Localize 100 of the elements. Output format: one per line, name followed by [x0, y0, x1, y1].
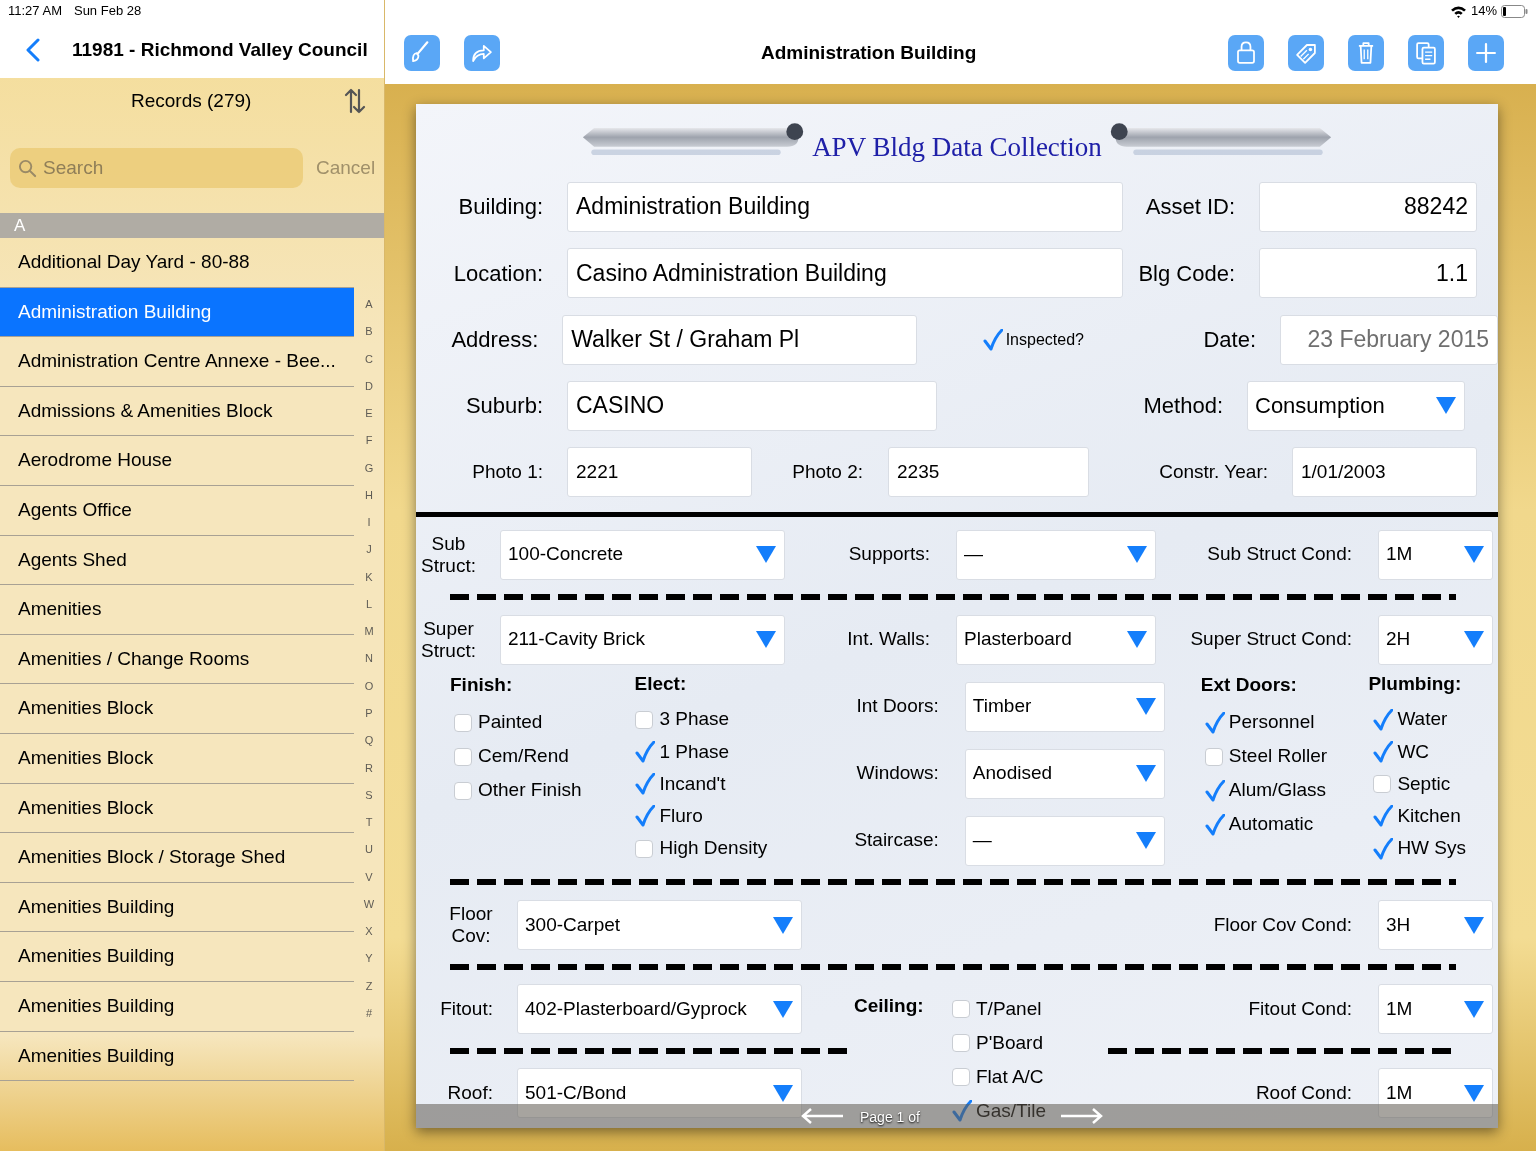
list-item[interactable]: Amenities Block: [0, 684, 354, 734]
tag-button[interactable]: [1288, 35, 1324, 71]
dropdown[interactable]: Anodised: [964, 748, 1165, 799]
dropdown[interactable]: Consumption: [1247, 381, 1465, 431]
share-arrow-button[interactable]: [464, 35, 500, 71]
index-letter[interactable]: N: [365, 652, 373, 666]
index-letter[interactable]: M: [364, 625, 374, 639]
brush-button[interactable]: [404, 35, 440, 71]
index-letter[interactable]: L: [365, 597, 373, 611]
checkbox[interactable]: [635, 710, 654, 729]
index-letter[interactable]: Y: [365, 952, 373, 966]
dropdown[interactable]: 3H: [1378, 900, 1493, 951]
index-letter[interactable]: Z: [365, 979, 373, 993]
checkbox[interactable]: [454, 713, 472, 732]
index-letter[interactable]: D: [365, 379, 373, 393]
checkbox[interactable]: [454, 781, 472, 800]
checkbox[interactable]: [1373, 805, 1394, 828]
dropdown[interactable]: 100-Concrete: [500, 529, 785, 580]
dropdown[interactable]: 300-Carpet: [517, 900, 802, 951]
index-letter[interactable]: U: [365, 843, 373, 857]
input-field[interactable]: 1/01/2003: [1292, 447, 1477, 498]
padlock-button[interactable]: [1228, 35, 1264, 71]
previous-page-button[interactable]: [800, 1106, 844, 1126]
input-field[interactable]: 23 February 2015: [1280, 314, 1498, 365]
checkbox[interactable]: [635, 839, 654, 858]
checkbox[interactable]: [1204, 711, 1225, 734]
index-letter[interactable]: B: [365, 325, 373, 339]
index-letter[interactable]: F: [365, 434, 373, 448]
list-item[interactable]: Administration Centre Annexe - Bee...: [0, 337, 354, 387]
list-item[interactable]: Amenities Block: [0, 733, 354, 784]
dropdown[interactable]: 402-Plasterboard/Gyprock: [517, 984, 802, 1034]
index-letter[interactable]: P: [365, 707, 373, 720]
list-item[interactable]: Amenities Building: [0, 1031, 354, 1082]
index-letter[interactable]: A: [365, 298, 373, 311]
list-item[interactable]: Amenities Building: [0, 981, 354, 1032]
checkbox[interactable]: [1373, 837, 1394, 860]
dropdown[interactable]: 211-Cavity Brick: [500, 614, 785, 665]
list-item[interactable]: Amenities: [0, 585, 354, 635]
list-item[interactable]: Agents Office: [0, 485, 354, 536]
index-letter[interactable]: J: [366, 543, 372, 557]
dropdown[interactable]: 1M: [1378, 984, 1493, 1034]
checkbox[interactable]: [1204, 747, 1223, 766]
checkbox[interactable]: [635, 773, 656, 796]
search-field[interactable]: Search: [10, 148, 303, 188]
index-letter[interactable]: Q: [364, 734, 374, 748]
index-letter[interactable]: I: [367, 516, 371, 530]
next-page-button[interactable]: [1060, 1106, 1104, 1126]
index-letter[interactable]: T: [365, 816, 373, 830]
input-field[interactable]: Administration Building: [567, 181, 1123, 232]
index-letter[interactable]: W: [363, 897, 375, 911]
index-letter[interactable]: K: [365, 570, 373, 584]
checkbox[interactable]: [952, 1000, 970, 1018]
input-field[interactable]: 2221: [567, 447, 752, 498]
sort-button[interactable]: [343, 86, 367, 116]
copy-button[interactable]: [1408, 35, 1444, 71]
checkbox[interactable]: [982, 328, 1003, 351]
checkbox[interactable]: [635, 805, 656, 828]
dropdown[interactable]: —: [964, 815, 1165, 866]
checkbox[interactable]: [1204, 813, 1225, 836]
dropdown[interactable]: —: [956, 529, 1156, 580]
dropdown[interactable]: 2H: [1378, 614, 1493, 665]
list-item[interactable]: Administration Building: [0, 287, 354, 338]
checkbox[interactable]: [1204, 779, 1225, 802]
input-field[interactable]: Walker St / Graham Pl: [562, 314, 917, 365]
index-letter[interactable]: O: [364, 679, 374, 693]
checkbox[interactable]: [1373, 775, 1392, 794]
list-item[interactable]: Admissions & Amenities Block: [0, 386, 354, 437]
input-field[interactable]: 88242: [1259, 181, 1477, 232]
trash-button[interactable]: [1348, 35, 1384, 71]
dropdown[interactable]: Timber: [964, 681, 1165, 732]
index-letter[interactable]: E: [365, 407, 373, 421]
list-item[interactable]: Additional Day Yard - 80-88: [0, 238, 354, 288]
input-field[interactable]: 1.1: [1259, 248, 1477, 299]
checkbox[interactable]: [952, 1034, 970, 1052]
checkbox[interactable]: [635, 740, 656, 763]
input-field[interactable]: CASINO: [567, 381, 937, 431]
index-letter[interactable]: H: [365, 488, 373, 502]
list-item[interactable]: Amenities Block / Storage Shed: [0, 833, 354, 883]
list-item[interactable]: Amenities / Change Rooms: [0, 634, 354, 685]
list-item[interactable]: Amenities Building: [0, 882, 354, 933]
list-item[interactable]: Amenities Block: [0, 783, 354, 834]
input-field[interactable]: Casino Administration Building: [567, 248, 1123, 299]
plus-button[interactable]: [1468, 35, 1504, 71]
checkbox[interactable]: [454, 747, 472, 766]
index-letter[interactable]: #: [365, 1006, 373, 1020]
checkbox[interactable]: [952, 1068, 970, 1086]
index-letter[interactable]: S: [365, 788, 373, 802]
checkbox[interactable]: [1373, 740, 1394, 763]
list-item[interactable]: Amenities Building: [0, 932, 354, 982]
index-letter[interactable]: R: [365, 761, 373, 775]
input-field[interactable]: 2235: [888, 447, 1089, 498]
index-letter[interactable]: V: [365, 870, 373, 884]
dropdown[interactable]: 1M: [1378, 529, 1493, 580]
index-letter[interactable]: C: [365, 352, 373, 366]
index-letter[interactable]: X: [365, 925, 373, 939]
checkbox[interactable]: [1373, 708, 1394, 731]
dropdown[interactable]: Plasterboard: [956, 614, 1156, 665]
dropdown[interactable]: 501-C/Bond: [517, 1068, 802, 1118]
dropdown[interactable]: 1M: [1378, 1068, 1493, 1118]
list-item[interactable]: Aerodrome House: [0, 436, 354, 486]
